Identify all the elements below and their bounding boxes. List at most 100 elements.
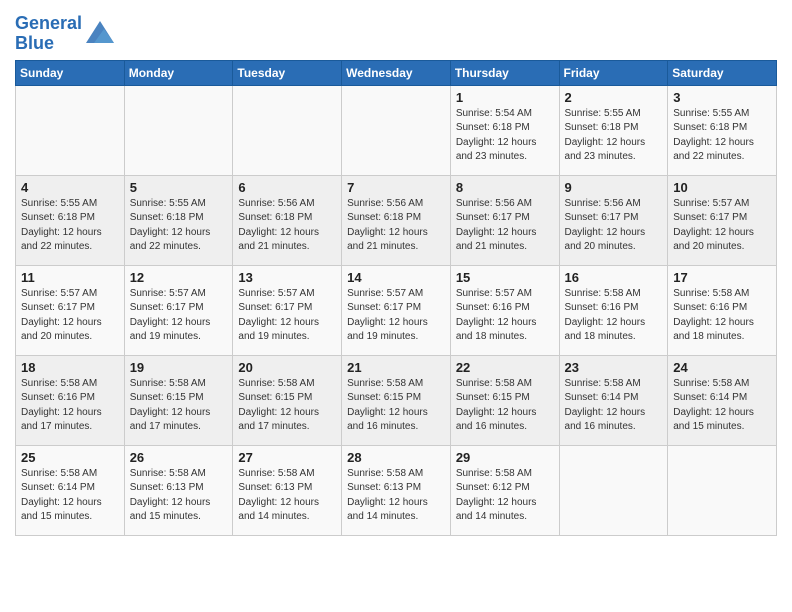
calendar-cell: 6 Sunrise: 5:56 AM Sunset: 6:18 PM Daylig… [233,175,342,265]
day-number: 5 [130,180,228,195]
calendar-cell: 29Sunrise: 5:58 AM Sunset: 6:12 PM Dayli… [450,445,559,535]
cell-info: Sunrise: 5:58 AM Sunset: 6:14 PM Dayligh… [21,467,119,525]
calendar-cell: 3Sunrise: 5:55 AM Sunset: 6:18 PM Daylig… [668,85,777,175]
cell-info: Sunrise: 5:58 AM Sunset: 6:16 PM Dayligh… [673,287,771,345]
calendar-cell [342,85,451,175]
cell-info: Sunrise: 5:58 AM Sunset: 6:15 PM Dayligh… [456,377,554,435]
cell-info: Sunrise: 5:56 AM Sunset: 6:17 PM Dayligh… [565,197,663,255]
day-number: 16 [565,270,663,285]
calendar-cell [233,85,342,175]
cell-info: Sunrise: 5:58 AM Sunset: 6:15 PM Dayligh… [238,377,336,435]
calendar-cell [124,85,233,175]
calendar-cell: 23Sunrise: 5:58 AM Sunset: 6:14 PM Dayli… [559,355,668,445]
calendar-cell: 5 Sunrise: 5:55 AM Sunset: 6:18 PM Daylig… [124,175,233,265]
cell-info: Sunrise: 5:57 AM Sunset: 6:17 PM Dayligh… [130,287,228,345]
calendar-cell: 25 Sunrise: 5:58 AM Sunset: 6:14 PM Dayli… [16,445,125,535]
day-number: 27 [238,450,336,465]
calendar-cell: 28 Sunrise: 5:58 AM Sunset: 6:13 PM Dayli… [342,445,451,535]
cell-info: Sunrise: 5:58 AM Sunset: 6:15 PM Dayligh… [347,377,445,435]
day-number: 24 [673,360,771,375]
day-number: 12 [130,270,228,285]
day-number: 9 [565,180,663,195]
logo-text: General [15,14,82,34]
day-number: 11 [21,270,119,285]
cell-info: Sunrise: 5:58 AM Sunset: 6:13 PM Dayligh… [238,467,336,525]
day-number: 6 [238,180,336,195]
day-number: 14 [347,270,445,285]
calendar-cell: 26Sunrise: 5:58 AM Sunset: 6:13 PM Dayli… [124,445,233,535]
calendar-cell: 21 Sunrise: 5:58 AM Sunset: 6:15 PM Dayli… [342,355,451,445]
cell-info: Sunrise: 5:57 AM Sunset: 6:17 PM Dayligh… [238,287,336,345]
day-number: 7 [347,180,445,195]
calendar-cell: 19 Sunrise: 5:58 AM Sunset: 6:15 PM Dayli… [124,355,233,445]
day-number: 25 [21,450,119,465]
day-number: 21 [347,360,445,375]
calendar-cell: 4 Sunrise: 5:55 AM Sunset: 6:18 PM Daylig… [16,175,125,265]
calendar-cell [16,85,125,175]
calendar-week-row: 11 Sunrise: 5:57 AM Sunset: 6:17 PM Dayli… [16,265,777,355]
day-number: 2 [565,90,663,105]
cell-info: Sunrise: 5:58 AM Sunset: 6:12 PM Dayligh… [456,467,554,525]
cell-info: Sunrise: 5:58 AM Sunset: 6:14 PM Dayligh… [673,377,771,435]
day-number: 17 [673,270,771,285]
weekday-header-row: SundayMondayTuesdayWednesdayThursdayFrid… [16,60,777,85]
cell-info: Sunrise: 5:57 AM Sunset: 6:17 PM Dayligh… [673,197,771,255]
day-number: 19 [130,360,228,375]
cell-info: Sunrise: 5:57 AM Sunset: 6:16 PM Dayligh… [456,287,554,345]
calendar-week-row: 1Sunrise: 5:54 AM Sunset: 6:18 PM Daylig… [16,85,777,175]
calendar-cell: 15 Sunrise: 5:57 AM Sunset: 6:16 PM Dayli… [450,265,559,355]
weekday-header-sunday: Sunday [16,60,125,85]
calendar-cell: 2 Sunrise: 5:55 AM Sunset: 6:18 PM Daylig… [559,85,668,175]
calendar-cell [559,445,668,535]
cell-info: Sunrise: 5:57 AM Sunset: 6:17 PM Dayligh… [21,287,119,345]
day-number: 15 [456,270,554,285]
cell-info: Sunrise: 5:55 AM Sunset: 6:18 PM Dayligh… [565,107,663,165]
calendar-cell: 11 Sunrise: 5:57 AM Sunset: 6:17 PM Dayli… [16,265,125,355]
calendar-cell: 1Sunrise: 5:54 AM Sunset: 6:18 PM Daylig… [450,85,559,175]
day-number: 28 [347,450,445,465]
calendar-week-row: 25 Sunrise: 5:58 AM Sunset: 6:14 PM Dayli… [16,445,777,535]
calendar-cell: 12 Sunrise: 5:57 AM Sunset: 6:17 PM Dayli… [124,265,233,355]
cell-info: Sunrise: 5:58 AM Sunset: 6:15 PM Dayligh… [130,377,228,435]
cell-info: Sunrise: 5:55 AM Sunset: 6:18 PM Dayligh… [21,197,119,255]
day-number: 1 [456,90,554,105]
day-number: 23 [565,360,663,375]
day-number: 18 [21,360,119,375]
calendar-cell: 16 Sunrise: 5:58 AM Sunset: 6:16 PM Dayli… [559,265,668,355]
calendar-cell: 8Sunrise: 5:56 AM Sunset: 6:17 PM Daylig… [450,175,559,265]
day-number: 10 [673,180,771,195]
logo-icon [86,21,114,43]
calendar-week-row: 18Sunrise: 5:58 AM Sunset: 6:16 PM Dayli… [16,355,777,445]
calendar-cell: 20 Sunrise: 5:58 AM Sunset: 6:15 PM Dayli… [233,355,342,445]
day-number: 8 [456,180,554,195]
day-number: 13 [238,270,336,285]
calendar-cell: 10 Sunrise: 5:57 AM Sunset: 6:17 PM Dayli… [668,175,777,265]
cell-info: Sunrise: 5:58 AM Sunset: 6:13 PM Dayligh… [347,467,445,525]
weekday-header-friday: Friday [559,60,668,85]
cell-info: Sunrise: 5:58 AM Sunset: 6:13 PM Dayligh… [130,467,228,525]
calendar-cell: 18Sunrise: 5:58 AM Sunset: 6:16 PM Dayli… [16,355,125,445]
weekday-header-saturday: Saturday [668,60,777,85]
day-number: 3 [673,90,771,105]
cell-info: Sunrise: 5:58 AM Sunset: 6:16 PM Dayligh… [565,287,663,345]
weekday-header-thursday: Thursday [450,60,559,85]
calendar-cell: 14 Sunrise: 5:57 AM Sunset: 6:17 PM Dayli… [342,265,451,355]
cell-info: Sunrise: 5:55 AM Sunset: 6:18 PM Dayligh… [130,197,228,255]
calendar-cell: 24 Sunrise: 5:58 AM Sunset: 6:14 PM Dayli… [668,355,777,445]
day-number: 20 [238,360,336,375]
cell-info: Sunrise: 5:57 AM Sunset: 6:17 PM Dayligh… [347,287,445,345]
cell-info: Sunrise: 5:56 AM Sunset: 6:18 PM Dayligh… [238,197,336,255]
logo: General Blue [15,14,114,54]
calendar-week-row: 4 Sunrise: 5:55 AM Sunset: 6:18 PM Daylig… [16,175,777,265]
cell-info: Sunrise: 5:56 AM Sunset: 6:18 PM Dayligh… [347,197,445,255]
day-number: 4 [21,180,119,195]
weekday-header-monday: Monday [124,60,233,85]
day-number: 22 [456,360,554,375]
weekday-header-wednesday: Wednesday [342,60,451,85]
logo-text2: Blue [15,34,82,54]
calendar-cell: 13 Sunrise: 5:57 AM Sunset: 6:17 PM Dayli… [233,265,342,355]
calendar-cell [668,445,777,535]
calendar-table: SundayMondayTuesdayWednesdayThursdayFrid… [15,60,777,536]
calendar-cell: 22 Sunrise: 5:58 AM Sunset: 6:15 PM Dayli… [450,355,559,445]
calendar-cell: 27 Sunrise: 5:58 AM Sunset: 6:13 PM Dayli… [233,445,342,535]
